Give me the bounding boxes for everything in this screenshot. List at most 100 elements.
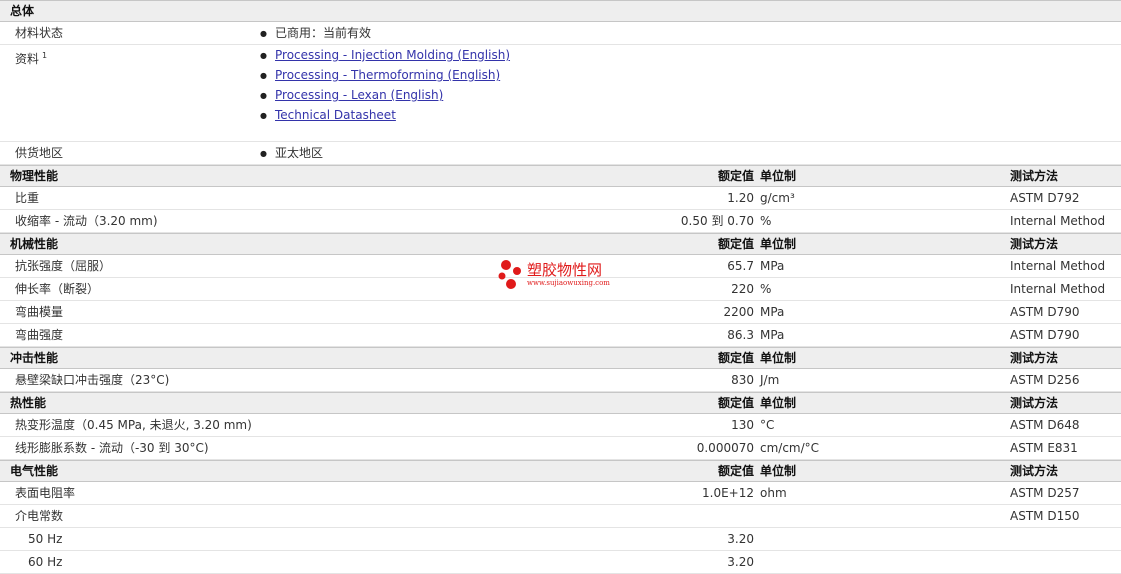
column-header-unit: 单位制: [760, 351, 797, 365]
property-unit: °C: [760, 418, 775, 432]
property-value: 1.0E+12: [702, 486, 754, 500]
doc-link-thermoforming[interactable]: Processing - Thermoforming (English): [275, 68, 500, 82]
column-header-method: 测试方法: [1010, 351, 1059, 365]
column-header-unit: 单位制: [760, 396, 797, 410]
property-row: 表面电阻率 1.0E+12 ohm ASTM D257: [0, 482, 1121, 505]
property-row: 比重 1.20 g/cm³ ASTM D792: [0, 187, 1121, 210]
property-label: 热变形温度（0.45 MPa, 未退火, 3.20 mm): [15, 418, 252, 432]
property-label: 表面电阻率: [15, 486, 76, 500]
documents-row: 资料1 Processing - Injection Molding (Engl…: [0, 45, 1121, 142]
property-test-method: Internal Method: [1010, 214, 1106, 228]
property-value: 0.50 到 0.70: [680, 214, 754, 228]
doc-link-technical-datasheet[interactable]: Technical Datasheet: [275, 108, 396, 122]
section-title: 物理性能: [10, 169, 59, 183]
property-test-method: ASTM E831: [1010, 441, 1078, 455]
status-value: 已商用：当前有效: [260, 22, 371, 45]
property-row: 热变形温度（0.45 MPa, 未退火, 3.20 mm) 130 °C ASTM D…: [0, 414, 1121, 437]
property-test-method: Internal Method: [1010, 259, 1106, 273]
column-header-unit: 单位制: [760, 237, 797, 251]
section-header: 冲击性能 额定值 单位制 测试方法: [0, 347, 1121, 369]
property-row: 50 Hz 3.20: [0, 528, 1121, 551]
property-test-method: Internal Method: [1010, 282, 1106, 296]
property-value: 86.3: [727, 328, 754, 342]
document-list-item: Processing - Injection Molding (English): [260, 45, 510, 65]
property-test-method: ASTM D790: [1010, 328, 1080, 342]
column-header-value: 额定值: [717, 237, 754, 251]
property-test-method: ASTM D790: [1010, 305, 1080, 319]
doc-link-injection-molding[interactable]: Processing - Injection Molding (English): [275, 48, 510, 62]
section-title: 热性能: [10, 396, 47, 410]
property-sections: 物理性能 额定值 单位制 测试方法 比重 1.20 g/cm³ ASTM D792 收缩率 - …: [0, 165, 1121, 574]
section-header: 电气性能 额定值 单位制 测试方法: [0, 460, 1121, 482]
property-unit: MPa: [760, 259, 785, 273]
section-title: 冲击性能: [10, 351, 59, 365]
watermark-url: www.sujiaowuxing.com: [527, 279, 610, 287]
property-label: 介电常数: [15, 509, 64, 523]
property-value: 0.000070: [696, 441, 754, 455]
column-header-value: 额定值: [717, 396, 754, 410]
column-header-method: 测试方法: [1010, 237, 1059, 251]
property-unit: g/cm³: [760, 191, 795, 205]
property-label: 弯曲模量: [15, 305, 64, 319]
property-value: 830: [731, 373, 754, 387]
property-value: 130: [731, 418, 754, 432]
column-header-unit: 单位制: [760, 169, 797, 183]
property-label: 线形膨胀系数 - 流动（-30 到 30°C): [15, 441, 209, 455]
property-label: 伸长率（断裂）: [15, 282, 100, 296]
column-header-value: 额定值: [717, 464, 754, 478]
column-header-unit: 单位制: [760, 464, 797, 478]
property-unit: %: [760, 214, 772, 228]
property-test-method: ASTM D150: [1010, 509, 1080, 523]
property-label: 抗张强度（屈服）: [15, 259, 112, 273]
property-value: 220: [731, 282, 754, 296]
property-row: 弯曲强度 86.3 MPa ASTM D790: [0, 324, 1121, 347]
property-label: 悬壁梁缺口冲击强度（23°C): [15, 373, 170, 387]
property-row: 弯曲模量 2200 MPa ASTM D790: [0, 301, 1121, 324]
property-row: 收缩率 - 流动（3.20 mm) 0.50 到 0.70% Internal Me…: [0, 210, 1121, 233]
footnote-marker: 1: [42, 51, 48, 60]
property-unit: MPa: [760, 305, 785, 319]
document-list-item: Technical Datasheet: [260, 105, 510, 125]
property-row: 60 Hz 3.20: [0, 551, 1121, 574]
doc-link-lexan[interactable]: Processing - Lexan (English): [275, 88, 443, 102]
property-unit: ohm: [760, 486, 787, 500]
property-test-method: ASTM D257: [1010, 486, 1080, 500]
property-row: 线形膨胀系数 - 流动（-30 到 30°C) 0.000070 cm/cm/°C A…: [0, 437, 1121, 460]
property-label: 比重: [15, 191, 40, 205]
column-header-value: 额定值: [717, 169, 754, 183]
region-label: 供货地区: [15, 146, 64, 160]
section-title: 机械性能: [10, 237, 59, 251]
property-test-method: ASTM D648: [1010, 418, 1080, 432]
document-list-item: Processing - Lexan (English): [260, 85, 510, 105]
property-unit: cm/cm/°C: [760, 441, 820, 455]
property-unit: %: [760, 282, 772, 296]
logo-dots-icon: [498, 260, 521, 289]
property-value: 1.20: [727, 191, 754, 205]
property-test-method: ASTM D792: [1010, 191, 1080, 205]
property-unit: J/m: [760, 373, 780, 387]
property-label: 弯曲强度: [15, 328, 64, 342]
property-label: 50 Hz: [28, 532, 63, 546]
property-row: 悬壁梁缺口冲击强度（23°C) 830 J/m ASTM D256: [0, 369, 1121, 392]
column-header-method: 测试方法: [1010, 169, 1059, 183]
section-title: 总体: [10, 4, 35, 18]
watermark-name: 塑胶物性网: [527, 261, 603, 279]
property-label: 收缩率 - 流动（3.20 mm): [15, 214, 158, 228]
column-header-method: 测试方法: [1010, 464, 1059, 478]
section-general-header: 总体: [0, 0, 1121, 22]
property-test-method: ASTM D256: [1010, 373, 1080, 387]
section-header: 热性能 额定值 单位制 测试方法: [0, 392, 1121, 414]
property-value: 65.7: [727, 259, 754, 273]
property-label: 60 Hz: [28, 555, 63, 569]
property-value: 2200: [723, 305, 754, 319]
watermark-logo: 塑胶物性网 www.sujiaowuxing.com: [497, 259, 637, 293]
section-header: 机械性能 额定值 单位制 测试方法: [0, 233, 1121, 255]
document-list-item: Processing - Thermoforming (English): [260, 65, 510, 85]
documents-label: 资料 1: [15, 45, 47, 70]
column-header-method: 测试方法: [1010, 396, 1059, 410]
status-row: 材料状态 已商用：当前有效: [0, 22, 1121, 45]
documents-label-text: 资料: [15, 52, 40, 66]
region-row: 供货地区 亚太地区: [0, 142, 1121, 165]
property-value: 3.20: [727, 555, 754, 569]
section-title: 电气性能: [10, 464, 59, 478]
